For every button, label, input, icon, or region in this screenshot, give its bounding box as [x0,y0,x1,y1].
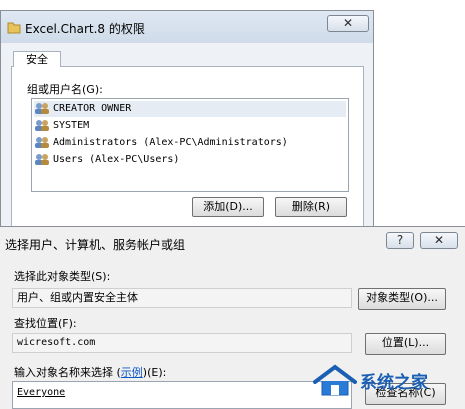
user-name: SYSTEM [53,120,90,131]
house-logo-icon [313,364,357,396]
users-icon [35,136,49,148]
locations-button[interactable]: 位置(L)... [365,333,446,355]
folder-icon [7,22,21,34]
select-close-button[interactable]: ✕ [420,232,458,249]
help-button[interactable]: ? [386,232,414,249]
object-types-button[interactable]: 对象类型(O)... [358,288,446,310]
object-name-value: Everyone [17,387,66,398]
permissions-dialog: Excel.Chart.8 的权限 ✕ 安全 组或用户名(G): CREATOR… [0,10,374,242]
names-label: 输入对象名称来选择 (示例)(E): [14,364,166,380]
permissions-close-button[interactable]: ✕ [327,15,369,32]
user-name: CREATOR OWNER [53,103,132,114]
names-label-suffix: )(E): [142,366,167,379]
list-item[interactable]: Users (Alex-PC\Users) [34,152,179,168]
watermark-text: 系统之家 [360,373,428,393]
list-item[interactable]: SYSTEM [34,118,89,134]
location-field: wicresoft.com [12,333,352,353]
add-button[interactable]: 添加(D)... [192,197,264,217]
users-icon [35,153,49,165]
watermark: 系统之家 [312,358,462,402]
users-list[interactable]: CREATOR OWNER SYSTEM Administrators (Ale… [31,98,349,192]
tab-security[interactable]: 安全 [13,51,61,67]
location-label: 查找位置(F): [14,317,77,330]
examples-link[interactable]: 示例 [121,366,143,379]
user-name: Administrators (Alex-PC\Administrators) [53,137,288,148]
permissions-titlebar: Excel.Chart.8 的权限 ✕ [1,11,373,43]
select-dialog-title: 选择用户、计算机、服务帐户或组 [5,238,186,252]
names-label-prefix: 输入对象名称来选择 ( [14,366,121,379]
list-item[interactable]: CREATOR OWNER [34,101,346,117]
group-users-label: 组或用户名(G): [27,83,103,96]
remove-button[interactable]: 删除(R) [275,197,347,217]
users-icon [35,102,49,114]
users-icon [35,119,49,131]
permissions-title: Excel.Chart.8 的权限 [25,22,145,36]
object-type-field: 用户、组或内置安全主体 [12,288,352,308]
user-name: Users (Alex-PC\Users) [53,154,180,165]
close-icon: ✕ [342,16,354,30]
list-item[interactable]: Administrators (Alex-PC\Administrators) [34,135,288,151]
close-icon: ✕ [433,233,445,247]
help-icon: ? [396,233,404,247]
object-names-input[interactable]: Everyone [12,381,352,409]
object-type-label: 选择此对象类型(S): [14,270,111,283]
